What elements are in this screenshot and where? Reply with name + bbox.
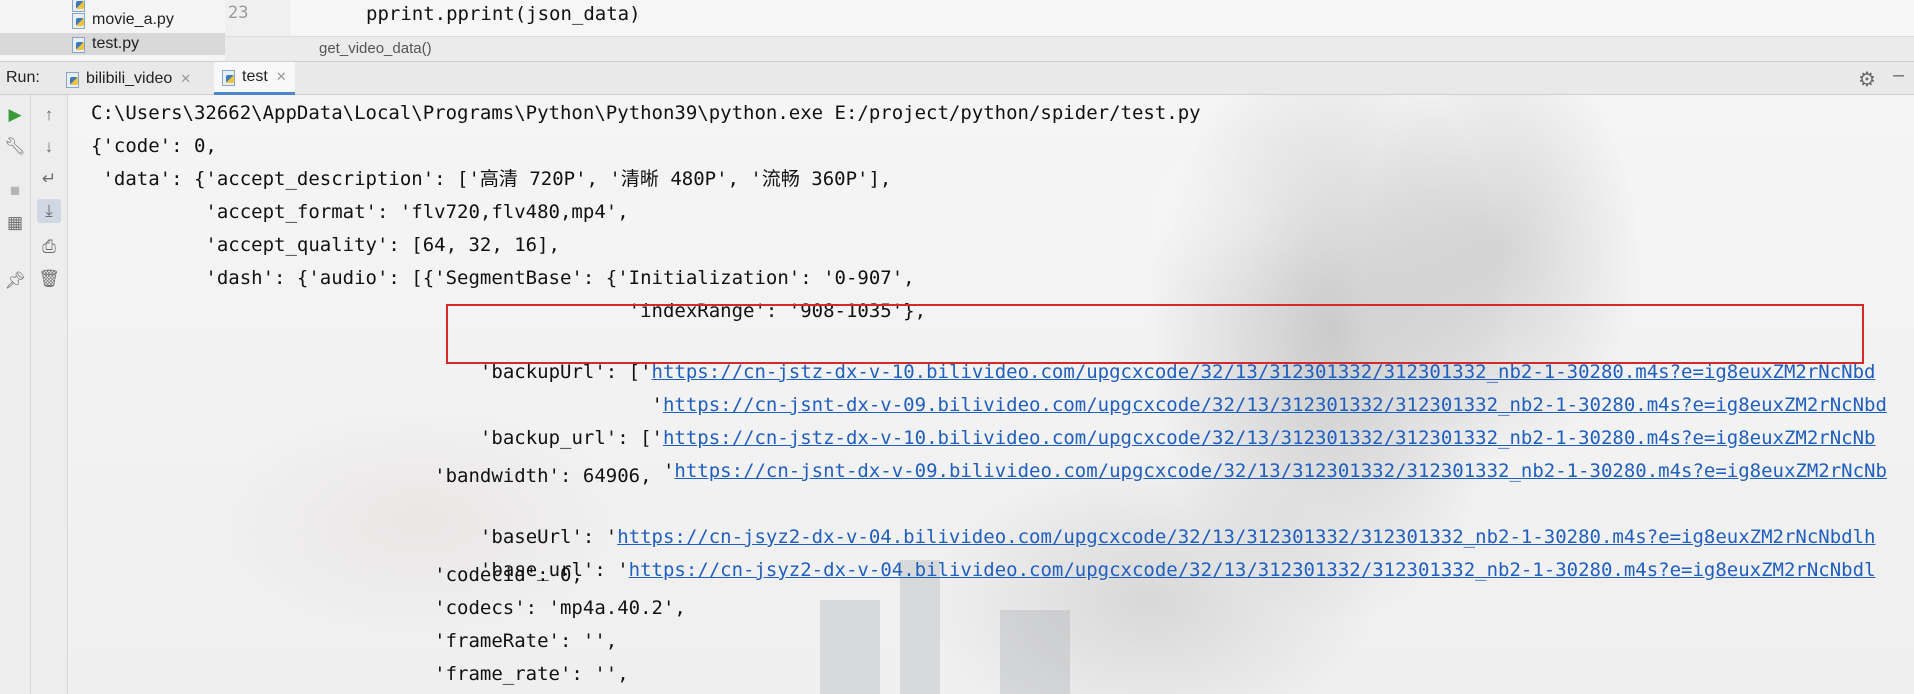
pin-icon[interactable]: 📌︎ bbox=[3, 269, 27, 293]
url-link[interactable]: https://cn-jsnt-dx-v-09.bilivideo.com/up… bbox=[674, 460, 1887, 482]
console-line: 'frame_rate': '', bbox=[91, 663, 629, 685]
url-link[interactable]: https://cn-jsyz2-dx-v-04.bilivideo.com/u… bbox=[629, 559, 1876, 581]
console-line: 'dash': {'audio': [{'SegmentBase': {'Ini… bbox=[91, 267, 915, 289]
console-line: {'code': 0, bbox=[91, 135, 217, 157]
wrench-icon[interactable]: 🔧︎ bbox=[3, 135, 27, 159]
trash-icon[interactable]: 🗑︎ bbox=[37, 267, 61, 291]
console-line: 'data': {'accept_description': ['高清 720P… bbox=[91, 168, 892, 190]
breadcrumb-bar: get_video_data() bbox=[225, 36, 1914, 61]
console-output[interactable]: C:\Users\32662\AppData\Local\Programs\Py… bbox=[91, 99, 1914, 694]
python-file-icon bbox=[72, 36, 86, 53]
soft-wrap-icon[interactable]: ↵ bbox=[37, 167, 61, 191]
file-label: movie_a.py bbox=[92, 11, 174, 28]
console-line: 'accept_format': 'flv720,flv480,mp4', bbox=[91, 201, 629, 223]
python-file-icon bbox=[66, 71, 80, 88]
console-line-with-link: 'https://cn-jsnt-dx-v-09.bilivideo.com/u… bbox=[91, 429, 1887, 482]
console-line: 'codecs': 'mp4a.40.2', bbox=[91, 597, 686, 619]
editor-code-line[interactable]: pprint.pprint(json_data) bbox=[366, 3, 641, 25]
line-number: 23 bbox=[228, 3, 249, 23]
tab-test[interactable]: test ✕ bbox=[214, 62, 295, 95]
console-line-with-link: 'baseUrl': 'https://cn-jsyz2-dx-v-04.bil… bbox=[91, 495, 1876, 548]
project-tree: movie_a.py test.py bbox=[0, 0, 225, 60]
tab-label: bilibili_video bbox=[86, 69, 173, 87]
console-line: 'bandwidth': 64906, bbox=[91, 465, 652, 487]
console-line: 'indexRange': '908-1035'}, bbox=[91, 300, 927, 322]
gear-icon[interactable]: ⚙ bbox=[1858, 67, 1876, 92]
close-icon[interactable]: ✕ bbox=[276, 69, 287, 85]
print-icon[interactable]: ⎙ bbox=[37, 235, 61, 259]
breadcrumb[interactable]: get_video_data() bbox=[319, 40, 432, 57]
python-file-icon bbox=[72, 12, 86, 29]
up-arrow-icon[interactable]: ↑ bbox=[37, 103, 61, 127]
run-toolbar-secondary: ↑ ↓ ↵ ⤓ ⎙ 🗑︎ bbox=[31, 95, 68, 694]
layout-icon[interactable]: ▦ bbox=[3, 211, 27, 235]
python-file-icon bbox=[222, 69, 236, 86]
console-line: C:\Users\32662\AppData\Local\Programs\Py… bbox=[91, 102, 1201, 124]
console-line-with-link: 'backupUrl': ['https://cn-jstz-dx-v-10.b… bbox=[91, 330, 1876, 383]
stop-icon[interactable]: ■ bbox=[3, 179, 27, 203]
minimize-icon[interactable]: – bbox=[1893, 64, 1904, 87]
file-label: test.py bbox=[92, 35, 140, 52]
run-tool-window-header: Run: bilibili_video ✕ test ✕ ⚙ – bbox=[0, 61, 1914, 95]
console-line: 'frameRate': '', bbox=[91, 630, 618, 652]
project-file-item-selected[interactable]: test.py bbox=[0, 33, 225, 55]
console-line: 'accept_quality': [64, 32, 16], bbox=[91, 234, 560, 256]
close-icon[interactable]: ✕ bbox=[180, 71, 191, 87]
project-file-item[interactable]: movie_a.py bbox=[72, 9, 174, 31]
console-line-with-link: 'base_url': 'https://cn-jsyz2-dx-v-04.bi… bbox=[91, 528, 1876, 581]
console-line-with-link: 'https://cn-jsnt-dx-v-09.bilivideo.com/u… bbox=[91, 363, 1887, 416]
down-arrow-icon[interactable]: ↓ bbox=[37, 135, 61, 159]
run-toolbar-primary: ▶ 🔧︎ ■ ▦ 📌︎ bbox=[0, 95, 31, 694]
console-line-with-link: 'backup_url': ['https://cn-jstz-dx-v-10.… bbox=[91, 396, 1876, 449]
run-icon[interactable]: ▶ bbox=[3, 103, 27, 127]
tab-label: test bbox=[242, 68, 268, 85]
scroll-to-end-icon[interactable]: ⤓ bbox=[37, 199, 61, 223]
tab-bilibili-video[interactable]: bilibili_video ✕ bbox=[58, 62, 199, 95]
console-line: 'codecid': 0, bbox=[91, 564, 583, 586]
run-label: Run: bbox=[6, 69, 40, 86]
